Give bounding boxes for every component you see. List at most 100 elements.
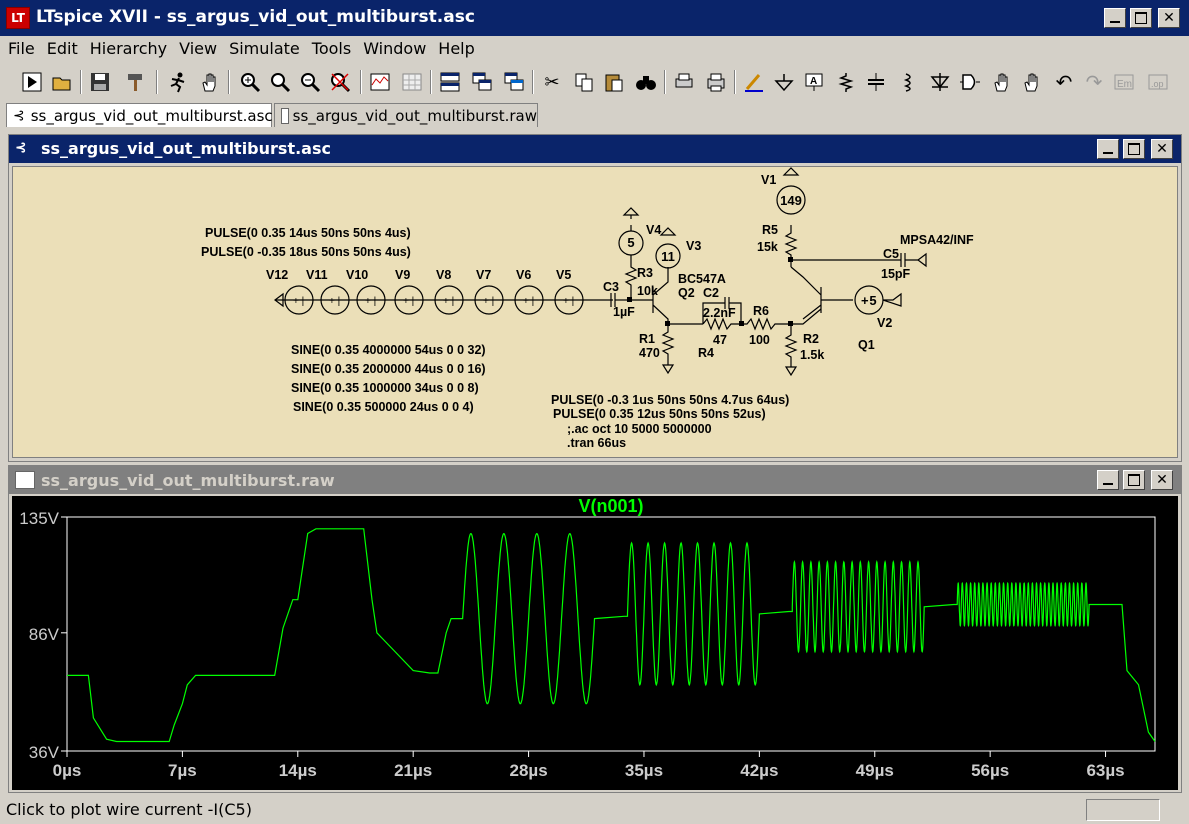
schematic-minimize-button[interactable] [1097,139,1119,159]
pan-icon[interactable] [266,69,294,95]
plot-frame [66,516,1156,752]
c3-label: C3 [603,280,619,294]
x-tick-label: 56µs [971,761,1009,780]
v4-label: V4 [646,223,661,237]
source-label-v9: V9 [395,268,410,282]
source-label-v7: V7 [476,268,491,282]
running-man-icon[interactable] [164,69,192,95]
drag-icon[interactable] [1018,69,1046,95]
menu-view[interactable]: View [173,39,223,58]
waveform-close-button[interactable]: ✕ [1151,470,1173,490]
redo-icon[interactable]: ↷ [1080,69,1108,95]
resistor-icon[interactable] [832,69,860,95]
resize-grip-icon[interactable] [1168,803,1184,819]
source-label-v8: V8 [436,268,451,282]
c3-value: 1µF [613,305,635,319]
app-title-bar: LT LTspice XVII - ss_argus_vid_out_multi… [0,0,1189,36]
ground-icon[interactable] [770,69,798,95]
menu-window[interactable]: Window [357,39,432,58]
component-icon[interactable] [956,69,984,95]
find-icon[interactable] [632,69,660,95]
menu-hierarchy[interactable]: Hierarchy [84,39,173,58]
inductor-icon[interactable] [894,69,922,95]
zoom-fit-icon[interactable] [326,69,354,95]
r5-value: 15k [757,240,778,254]
r6-value: 100 [749,333,770,347]
menu-tools[interactable]: Tools [306,39,357,58]
v2-value: 5 [869,293,876,308]
save-icon[interactable] [86,69,114,95]
waveform-icon [281,107,289,124]
svg-text:+ |: + | [329,296,340,307]
zoom-out-icon[interactable] [296,69,324,95]
tab-waveform[interactable]: ss_argus_vid_out_multiburst.raw [274,103,538,127]
open-icon[interactable] [48,69,76,95]
waveform-minimize-button[interactable] [1097,470,1119,490]
tile-horizontal-icon[interactable] [436,69,464,95]
sine-line-2: SINE(0 0.35 2000000 44us 0 0 16) [291,362,486,376]
v2-label: V2 [877,316,892,330]
maximize-button[interactable] [1130,8,1152,28]
diode-icon[interactable] [926,69,954,95]
source-label-v11: V11 [306,268,328,282]
waveform-maximize-button[interactable] [1123,470,1145,490]
r2-label: R2 [803,332,819,346]
r3-label: R3 [637,266,653,280]
copy-icon[interactable] [570,69,598,95]
draw-wire-icon[interactable] [740,69,768,95]
schematic-window: ⊰ ss_argus_vid_out_multiburst.asc ✕ + | … [8,134,1182,462]
svg-text:+: + [861,293,869,308]
status-bar: Click to plot wire current -I(C5) [0,797,1189,824]
schematic-canvas[interactable]: + | + | + | + | + | + | + | + | 5 11 149 5 + [12,166,1178,458]
menu-help[interactable]: Help [432,39,480,58]
move-icon[interactable] [988,69,1016,95]
r4-label: R4 [698,346,714,360]
v1-label: V1 [761,173,776,187]
y-tick-label: 135V [19,509,59,528]
spice-directive-icon[interactable]: .op [1144,69,1172,95]
grid-icon[interactable] [398,69,426,95]
schematic-close-button[interactable]: ✕ [1151,139,1173,159]
cascade-icon[interactable] [468,69,496,95]
svg-text:+ |: + | [403,296,414,307]
zoom-in-icon[interactable] [236,69,264,95]
label-net-icon[interactable]: A [800,69,828,95]
text-icon[interactable]: Em [1110,69,1138,95]
plot-area[interactable]: V(n001) 135V 86V 36V 0µs 7µs 14µs 21µs 28µs 35µs 4… [12,496,1178,790]
cut-icon[interactable]: ✂ [538,69,566,95]
source-label-v10: V10 [346,268,368,282]
schematic-window-title: ss_argus_vid_out_multiburst.asc [41,139,331,158]
menu-bar: File Edit Hierarchy View Simulate Tools … [0,36,1189,60]
pulse-line-1: PULSE(0 0.35 14us 50ns 50ns 4us) [205,226,411,240]
svg-text:+ |: + | [523,296,534,307]
undo-icon[interactable]: ↶ [1050,69,1078,95]
x-tick-label: 42µs [740,761,778,780]
menu-simulate[interactable]: Simulate [223,39,306,58]
menu-edit[interactable]: Edit [41,39,84,58]
run-icon[interactable] [18,69,46,95]
v4-value: 5 [627,235,634,250]
sine-line-3: SINE(0 0.35 1000000 34us 0 0 8) [291,381,479,395]
trace-label[interactable]: V(n001) [578,496,643,516]
menu-file[interactable]: File [0,39,41,58]
tile-vertical-icon[interactable] [500,69,528,95]
capacitor-icon[interactable] [862,69,890,95]
schematic-title-bar: ⊰ ss_argus_vid_out_multiburst.asc ✕ [9,135,1181,163]
tab-schematic[interactable]: ⊰ ss_argus_vid_out_multiburst.asc [6,103,273,127]
print-preview-icon[interactable] [670,69,698,95]
minimize-button[interactable] [1104,8,1126,28]
print-icon[interactable] [702,69,730,95]
schematic-maximize-button[interactable] [1123,139,1145,159]
close-button[interactable]: ✕ [1158,8,1180,28]
toolbar: ✂ A ↶ ↷ Em .op [0,64,1189,100]
pulse2-line-2: PULSE(0 0.35 12us 50ns 50ns 52us) [553,407,766,421]
hand-icon[interactable] [196,69,224,95]
autorange-icon[interactable] [366,69,394,95]
r5-label: R5 [762,223,778,237]
source-label-v6: V6 [516,268,531,282]
x-tick-label: 49µs [856,761,894,780]
hammer-icon[interactable] [122,69,150,95]
source-label-v5: V5 [556,268,571,282]
paste-icon[interactable] [600,69,628,95]
r2-value: 1.5k [800,348,824,362]
